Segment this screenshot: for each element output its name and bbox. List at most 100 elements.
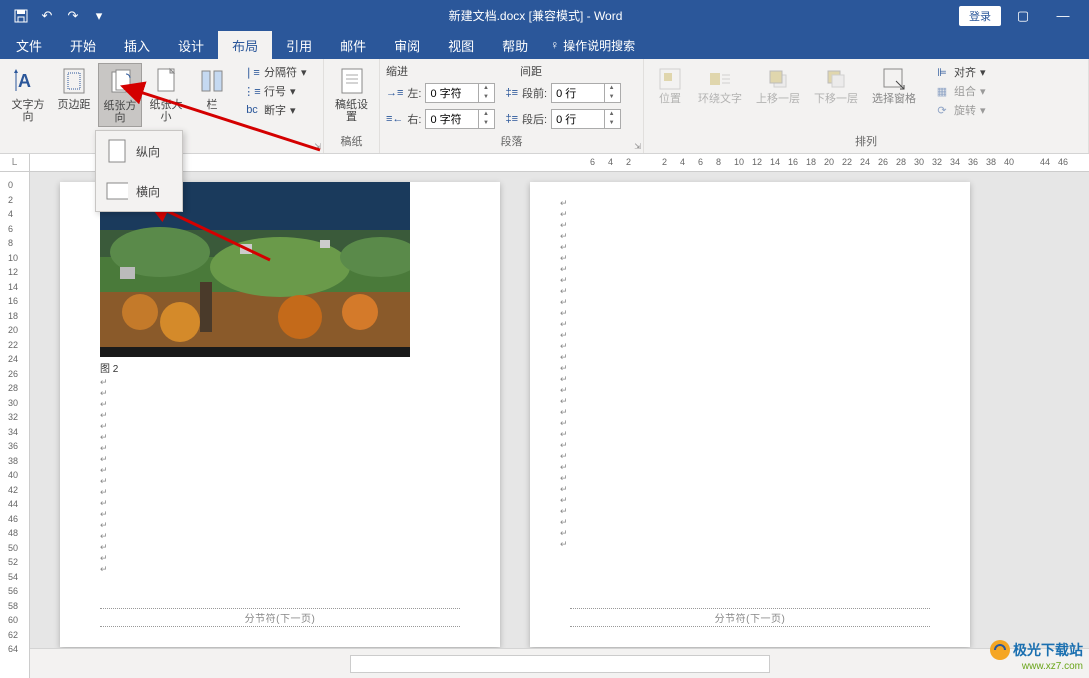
indent-header: 缩进 [386, 63, 408, 79]
window-title: 新建文档.docx [兼容模式] - Word [112, 7, 959, 24]
page-setup-launcher[interactable]: ⇲ [314, 142, 321, 151]
paragraph-mark: ↵ [560, 528, 568, 539]
breaks-button[interactable]: ❘≡分隔符 ▾ [240, 63, 311, 81]
paragraph-mark: ↵ [560, 484, 568, 495]
space-after-spinner[interactable]: ▲▼ [551, 109, 621, 129]
landscape-icon [106, 177, 128, 205]
paragraph-mark: ↵ [560, 264, 568, 275]
login-button[interactable]: 登录 [959, 6, 1001, 26]
tab-insert[interactable]: 插入 [110, 31, 164, 59]
paragraph-mark: ↵ [560, 363, 568, 374]
ribbon-tabs: 文件 开始 插入 设计 布局 引用 邮件 审阅 视图 帮助 ♀ 操作说明搜索 [0, 31, 1089, 59]
portrait-label: 纵向 [136, 143, 160, 160]
manuscript-label: 稿纸设置 [334, 99, 369, 123]
arrange-group-label: 排列 [650, 133, 1082, 151]
minimize-icon[interactable]: — [1045, 3, 1081, 29]
orientation-portrait[interactable]: 纵向 [96, 131, 182, 171]
send-backward-button[interactable]: 下移一层 [808, 63, 864, 107]
paragraph-mark: ↵ [100, 399, 108, 410]
position-label: 位置 [659, 93, 681, 105]
rotate-button[interactable]: ⟳旋转 ▾ [930, 101, 990, 119]
margins-label: 页边距 [58, 99, 91, 111]
orientation-button[interactable]: 纸张方向 [98, 63, 142, 127]
qat-more-icon[interactable]: ▾ [86, 3, 112, 29]
horizontal-ruler[interactable]: 6422468101214161820222426283032343638404… [30, 154, 1089, 172]
text-direction-button[interactable]: A 文字方向 [6, 63, 50, 125]
margins-button[interactable]: 页边距 [52, 63, 96, 113]
save-icon[interactable] [8, 3, 34, 29]
align-button[interactable]: ⊫对齐 ▾ [930, 63, 990, 81]
tell-me-search[interactable]: ♀ 操作说明搜索 [542, 31, 635, 59]
group-objects-button[interactable]: ▦组合 ▾ [930, 82, 990, 100]
undo-icon[interactable]: ↶ [34, 3, 60, 29]
manuscript-icon [336, 65, 368, 97]
group-obj-label: 组合 [954, 83, 976, 99]
paragraph-mark: ↵ [100, 421, 108, 432]
paragraph-mark: ↵ [560, 473, 568, 484]
document-area[interactable]: 图 2 ↵ ↵ ↵ ↵ ↵ ↵ ↵ ↵ ↵ ↵ ↵ ↵ ↵ ↵ ↵ ↵ ↵ ↵ … [30, 172, 1089, 648]
indent-right-input[interactable] [426, 113, 478, 125]
tab-view[interactable]: 视图 [434, 31, 488, 59]
selection-pane-icon [880, 65, 908, 93]
orientation-landscape[interactable]: 横向 [96, 171, 182, 211]
paragraph-mark: ↵ [100, 476, 108, 487]
paragraph-mark: ↵ [560, 418, 568, 429]
hyphenation-button[interactable]: bc断字 ▾ [240, 101, 311, 119]
paragraph-mark: ↵ [560, 242, 568, 253]
columns-button[interactable]: 栏 [190, 63, 234, 113]
paragraph-mark: ↵ [560, 198, 568, 209]
selection-pane-button[interactable]: 选择窗格 [866, 63, 922, 107]
space-before-input[interactable] [552, 87, 604, 99]
space-after-icon: ‡≡ [505, 113, 518, 125]
line-numbers-button[interactable]: ⋮≡行号 ▾ [240, 82, 311, 100]
tab-home[interactable]: 开始 [56, 31, 110, 59]
paragraph-mark: ↵ [560, 506, 568, 517]
text-direction-icon: A [12, 65, 44, 97]
group-paragraph: 缩进 间距 →≡ 左: ▲▼ ‡≡ 段前: ▲▼ ≡← 右: ▲▼ ‡≡ 段后:… [380, 59, 644, 153]
tab-layout[interactable]: 布局 [218, 31, 272, 59]
manuscript-settings-button[interactable]: 稿纸设置 [330, 63, 373, 125]
tab-help[interactable]: 帮助 [488, 31, 542, 59]
hyphenation-label: 断字 [264, 102, 286, 118]
tab-references[interactable]: 引用 [272, 31, 326, 59]
ribbon-display-icon[interactable]: ▢ [1005, 3, 1041, 29]
paragraph-mark: ↵ [100, 432, 108, 443]
size-button[interactable]: 纸张大小 [144, 63, 188, 125]
paragraph-launcher[interactable]: ⇲ [634, 142, 641, 151]
position-icon [656, 65, 684, 93]
page-1: 图 2 ↵ ↵ ↵ ↵ ↵ ↵ ↵ ↵ ↵ ↵ ↵ ↵ ↵ ↵ ↵ ↵ ↵ ↵ … [60, 182, 500, 647]
tab-design[interactable]: 设计 [164, 31, 218, 59]
tab-file[interactable]: 文件 [2, 31, 56, 59]
bring-forward-button[interactable]: 上移一层 [750, 63, 806, 107]
title-right: 登录 ▢ — [959, 3, 1089, 29]
tab-selector[interactable]: L [0, 154, 30, 172]
position-button[interactable]: 位置 [650, 63, 690, 107]
spacing-header: 间距 [520, 63, 542, 79]
space-before-label: 段前: [522, 85, 547, 101]
forward-icon [764, 65, 792, 93]
paragraph-mark: ↵ [560, 330, 568, 341]
tell-me-label: 操作说明搜索 [563, 37, 635, 54]
indent-right-spinner[interactable]: ▲▼ [425, 109, 495, 129]
paragraph-mark: ↵ [560, 374, 568, 385]
margins-icon [58, 65, 90, 97]
tab-review[interactable]: 审阅 [380, 31, 434, 59]
space-after-input[interactable] [552, 113, 604, 125]
paragraph-mark: ↵ [100, 520, 108, 531]
space-before-spinner[interactable]: ▲▼ [551, 83, 621, 103]
indent-left-icon: →≡ [386, 87, 403, 99]
vertical-ruler[interactable]: 0246810121416182022242628303234363840424… [0, 172, 30, 678]
status-box[interactable] [350, 655, 770, 673]
lightbulb-icon: ♀ [550, 38, 559, 52]
paragraph-mark: ↵ [560, 517, 568, 528]
indent-left-label: 左: [407, 85, 421, 101]
indent-left-input[interactable] [426, 87, 478, 99]
redo-icon[interactable]: ↷ [60, 3, 86, 29]
manuscript-group-label: 稿纸 [330, 133, 373, 151]
paragraph-mark: ↵ [100, 454, 108, 465]
paragraph-mark: ↵ [100, 377, 108, 388]
tab-mailings[interactable]: 邮件 [326, 31, 380, 59]
wrap-button[interactable]: 环绕文字 [692, 63, 748, 107]
indent-left-spinner[interactable]: ▲▼ [425, 83, 495, 103]
size-label: 纸张大小 [148, 99, 184, 123]
